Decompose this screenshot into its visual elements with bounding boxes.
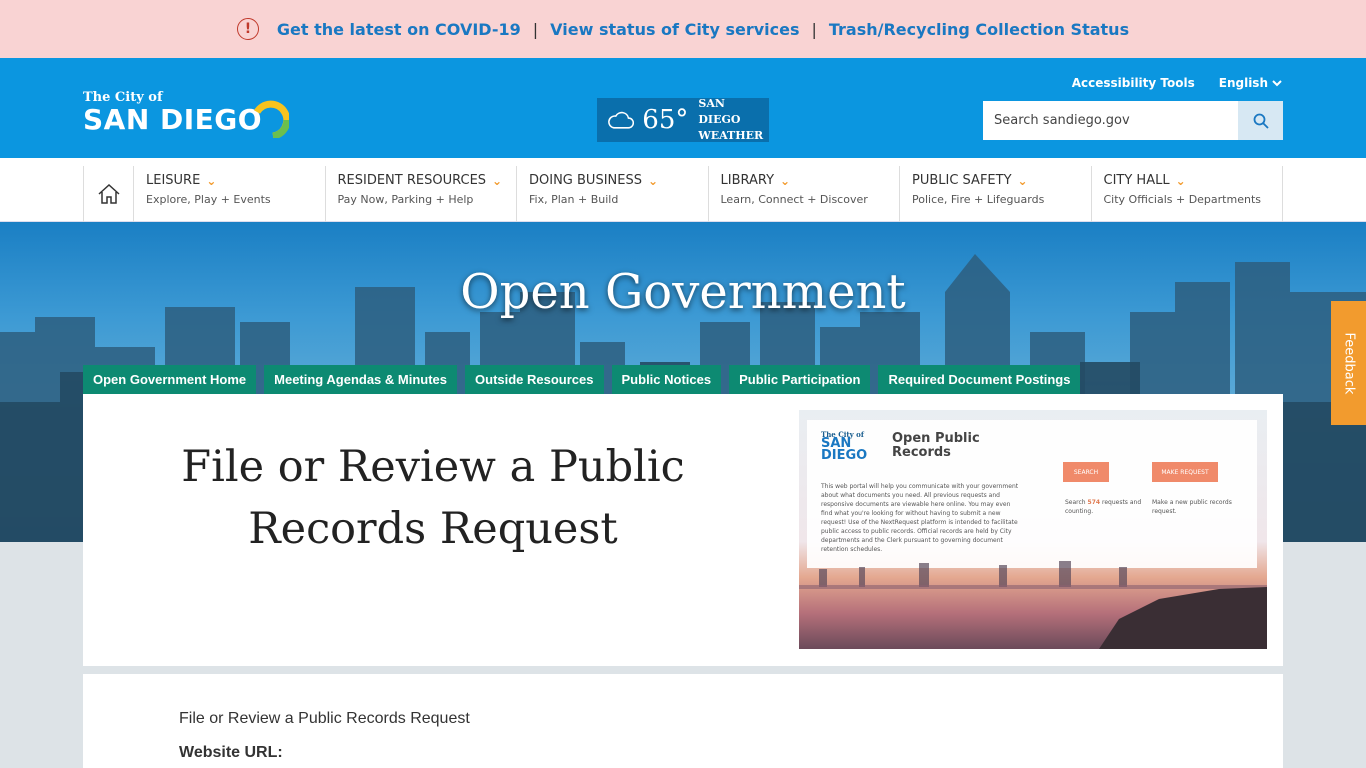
portal-search-note: Search 574 requests and counting. xyxy=(1065,499,1142,515)
home-icon xyxy=(97,183,120,204)
tab-public-notices[interactable]: Public Notices xyxy=(611,365,722,394)
separator: | xyxy=(811,19,817,39)
sun-logo-icon xyxy=(253,100,289,138)
section-tabs: Open Government Home Meeting Agendas & M… xyxy=(83,365,1081,394)
nav-item-library[interactable]: LIBRARY ⌄ Learn, Connect + Discover xyxy=(709,166,900,222)
nav-item-public-safety[interactable]: PUBLIC SAFETY ⌄ Police, Fire + Lifeguards xyxy=(900,166,1092,222)
chevron-down-icon: ⌄ xyxy=(647,173,659,188)
search-input[interactable] xyxy=(983,101,1238,140)
search-button[interactable] xyxy=(1238,101,1283,140)
feedback-label: Feedback xyxy=(1341,332,1357,394)
language-select[interactable]: English xyxy=(1219,76,1282,90)
chevron-down-icon: ⌄ xyxy=(780,173,791,188)
utility-links: Accessibility Tools English xyxy=(1072,76,1282,90)
chevron-down-icon: ⌄ xyxy=(206,173,217,188)
weather-widget[interactable]: 65° SAN DIEGO WEATHER xyxy=(597,97,769,142)
tab-outside-resources[interactable]: Outside Resources xyxy=(465,365,604,394)
records-portal-image[interactable]: The City of SAN DIEGO Open Public Record… xyxy=(799,410,1267,649)
breadcrumb: File or Review a Public Records Request xyxy=(179,710,470,727)
alert-bar: ! Get the latest on COVID-19 | View stat… xyxy=(0,0,1366,58)
chevron-down-icon: ⌄ xyxy=(492,173,503,188)
waterfront-image xyxy=(799,561,1267,649)
title-panel: File or Review a Public Records Request … xyxy=(83,394,1283,666)
content-area: File or Review a Public Records Request … xyxy=(83,674,1283,768)
temperature: 65° xyxy=(642,105,689,135)
accessibility-tools-link[interactable]: Accessibility Tools xyxy=(1072,76,1195,90)
covid-link[interactable]: Get the latest on COVID-19 xyxy=(277,20,521,39)
portal-logo: SAN DIEGO xyxy=(821,436,868,463)
city-services-link[interactable]: View status of City services xyxy=(550,20,799,39)
logo-line2: SAN DIEGO xyxy=(83,103,263,136)
portal-make-note: Make a new public records request. xyxy=(1152,499,1232,515)
chevron-down-icon xyxy=(1272,79,1282,86)
portal-make-request-button: MAKE REQUEST xyxy=(1152,462,1218,482)
tab-open-government-home[interactable]: Open Government Home xyxy=(83,365,257,394)
portal-card: The City of SAN DIEGO Open Public Record… xyxy=(807,420,1257,568)
chevron-down-icon: ⌄ xyxy=(1175,173,1186,188)
separator: | xyxy=(532,19,539,39)
tab-required-document-postings[interactable]: Required Document Postings xyxy=(878,365,1081,394)
portal-description: This web portal will help you communicat… xyxy=(821,483,1019,553)
weather-label: SAN DIEGO WEATHER xyxy=(698,97,764,142)
nav-item-resident-resources[interactable]: RESIDENT RESOURCES ⌄ Pay Now, Parking + H… xyxy=(326,166,517,222)
alert-icon: ! xyxy=(236,18,259,40)
cloud-icon xyxy=(608,111,635,129)
search-bar xyxy=(983,101,1283,140)
site-header: The City of SAN DIEGO 65° SAN DIEGO WEAT… xyxy=(0,58,1366,158)
nav-item-leisure[interactable]: LEISURE ⌄ Explore, Play + Events xyxy=(134,166,326,222)
tab-public-participation[interactable]: Public Participation xyxy=(729,365,871,394)
home-button[interactable] xyxy=(83,166,134,222)
page-title: File or Review a Public Records Request xyxy=(181,442,685,554)
nav-item-city-hall[interactable]: CITY HALL ⌄ City Officials + Departments xyxy=(1092,166,1283,222)
portal-search-button: SEARCH xyxy=(1063,462,1109,482)
page-heading: Open Government xyxy=(460,264,906,320)
city-logo[interactable]: The City of SAN DIEGO xyxy=(83,90,293,140)
tab-meeting-agendas[interactable]: Meeting Agendas & Minutes xyxy=(264,365,458,394)
website-url-label: Website URL: xyxy=(179,744,283,761)
nav-item-doing-business[interactable]: DOING BUSINESS ⌄ Fix, Plan + Build xyxy=(517,166,709,222)
portal-title: Open Public Records xyxy=(892,431,980,460)
chevron-down-icon: ⌄ xyxy=(1017,173,1028,188)
main-nav: LEISURE ⌄ Explore, Play + Events RESIDENT… xyxy=(0,158,1366,222)
trash-recycling-link[interactable]: Trash/Recycling Collection Status xyxy=(829,20,1129,39)
feedback-tab[interactable]: Feedback xyxy=(1331,301,1366,425)
search-icon xyxy=(1253,113,1269,129)
